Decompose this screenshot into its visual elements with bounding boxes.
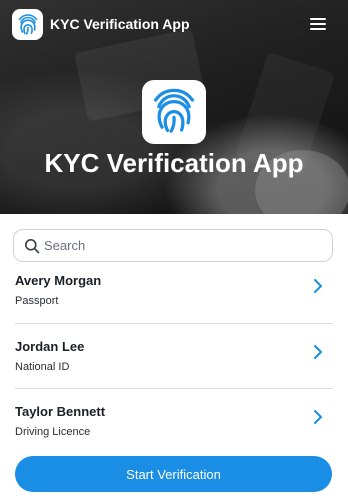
start-verification-button[interactable]: Start Verification [15,456,332,492]
record-row-jordan-lee[interactable]: Jordan Lee National ID [0,339,348,403]
search-bar[interactable] [13,229,333,262]
app-title: KYC Verification App [50,16,190,32]
record-row-avery-morgan[interactable]: Avery Morgan Passport [0,273,348,337]
record-document-type: Passport [15,295,59,307]
record-document-type: Driving Licence [15,426,91,438]
record-name: Taylor Bennett [15,404,106,419]
record-name: Jordan Lee [15,339,85,354]
record-document-type: National ID [15,361,70,373]
hamburger-menu-icon[interactable] [310,17,326,31]
menu-line [310,28,326,30]
chevron-right-icon[interactable] [312,408,324,426]
app-logo[interactable] [12,9,43,40]
fingerprint-icon [18,13,37,35]
chevron-right-icon[interactable] [312,277,324,295]
list-divider [15,323,333,324]
chevron-right-icon[interactable] [312,343,324,361]
record-name: Avery Morgan [15,273,102,288]
search-input[interactable] [44,230,324,261]
hero-title: KYC Verification App [44,148,304,178]
hero-logo [142,80,206,144]
search-icon [25,239,40,254]
top-app-bar: KYC Verification App [0,0,348,50]
list-divider [15,388,333,389]
menu-line [310,18,326,20]
fingerprint-icon [153,88,195,133]
hero-banner: KYC Verification App KYC Verification Ap… [0,0,348,214]
menu-line [310,23,326,25]
